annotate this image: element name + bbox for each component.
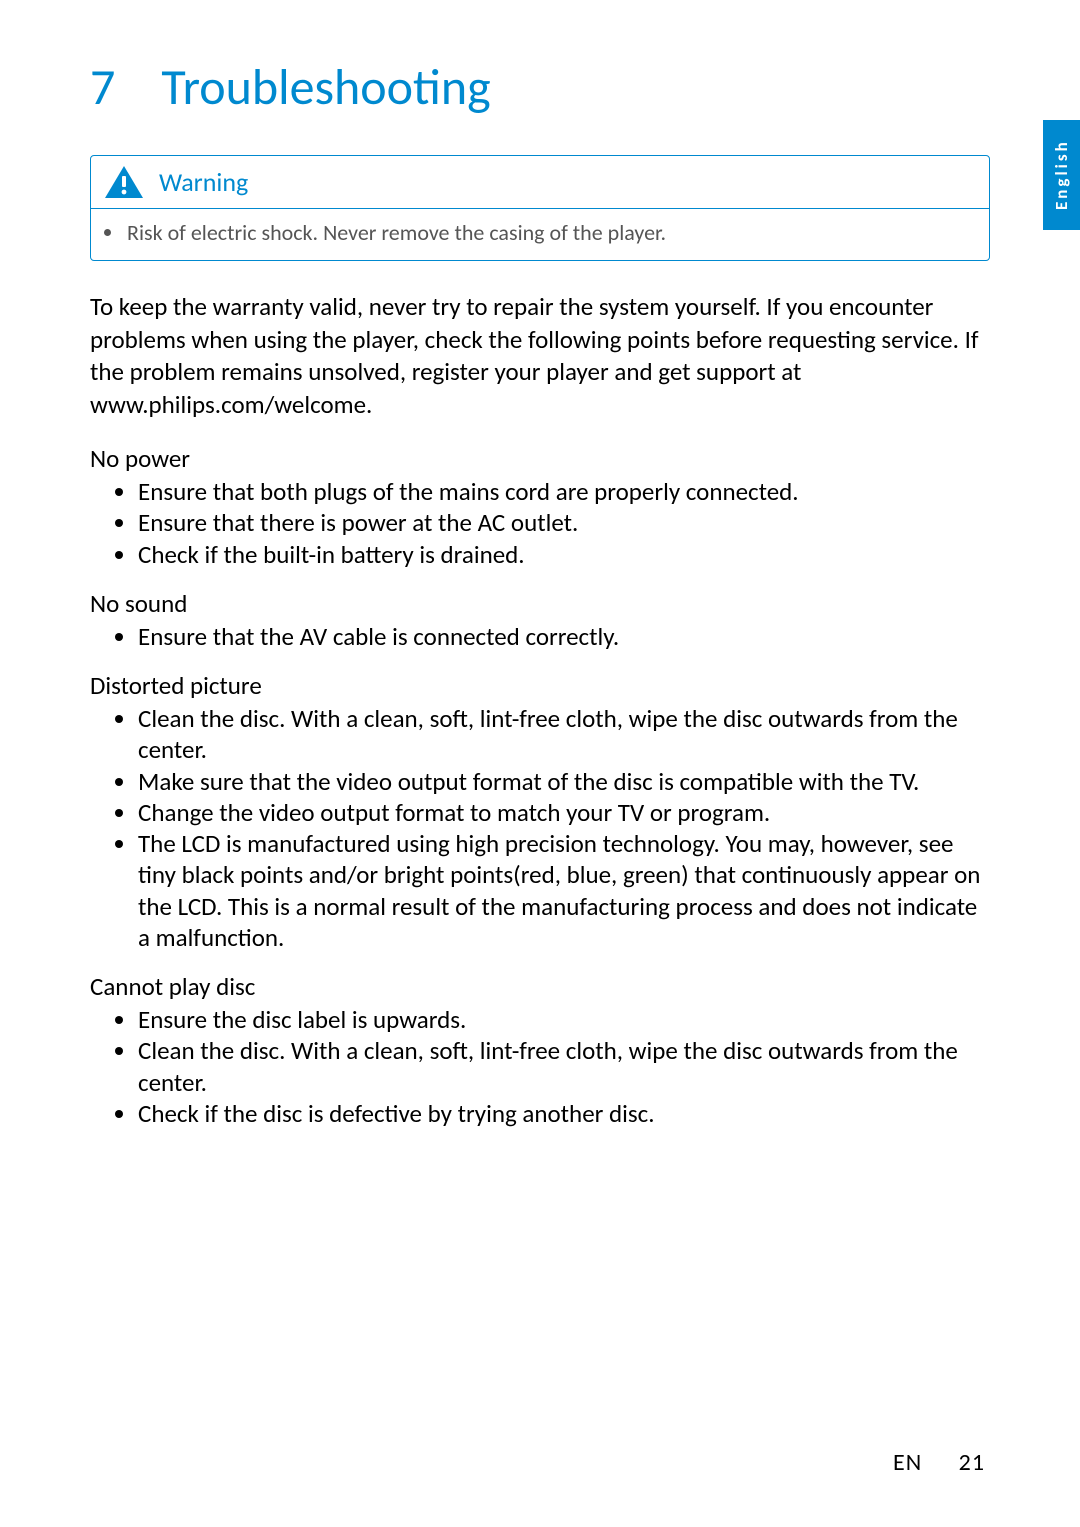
list-item: Ensure the disc label is upwards. <box>138 1004 990 1035</box>
language-tab: English <box>1043 120 1080 230</box>
chapter-number: 7 <box>90 60 150 115</box>
page-footer: EN 21 <box>893 1448 985 1477</box>
list-item: Ensure that there is power at the AC out… <box>138 507 990 538</box>
list-item: Ensure that the AV cable is connected co… <box>138 621 990 652</box>
list-item: Clean the disc. With a clean, soft, lint… <box>138 703 990 766</box>
section-distorted-picture: Distorted picture Clean the disc. With a… <box>90 670 990 953</box>
section-no-sound: No sound Ensure that the AV cable is con… <box>90 588 990 652</box>
section-heading: Distorted picture <box>90 670 990 701</box>
intro-paragraph: To keep the warranty valid, never try to… <box>90 291 990 421</box>
warning-header: Warning <box>91 156 989 209</box>
warning-label: Warning <box>159 166 248 198</box>
footer-page-number: 21 <box>959 1448 985 1477</box>
manual-page: English 7 Troubleshooting Warning Risk o… <box>0 0 1080 1527</box>
section-heading: No sound <box>90 588 990 619</box>
footer-lang-code: EN <box>893 1448 922 1477</box>
section-cannot-play-disc: Cannot play disc Ensure the disc label i… <box>90 971 990 1129</box>
section-heading: No power <box>90 443 990 474</box>
section-heading: Cannot play disc <box>90 971 990 1002</box>
warning-box: Warning Risk of electric shock. Never re… <box>90 155 990 261</box>
list-item: Clean the disc. With a clean, soft, lint… <box>138 1035 990 1098</box>
warning-body: Risk of electric shock. Never remove the… <box>91 209 989 260</box>
list-item: Change the video output format to match … <box>138 797 990 828</box>
list-item: Make sure that the video output format o… <box>138 766 990 797</box>
list-item: The LCD is manufactured using high preci… <box>138 828 990 953</box>
list-item: Check if the disc is defective by trying… <box>138 1098 990 1129</box>
section-no-power: No power Ensure that both plugs of the m… <box>90 443 990 570</box>
chapter-title-text: Troubleshooting <box>161 57 490 118</box>
list-item: Ensure that both plugs of the mains cord… <box>138 476 990 507</box>
warning-icon <box>103 164 145 200</box>
list-item: Check if the built-in battery is drained… <box>138 539 990 570</box>
warning-item: Risk of electric shock. Never remove the… <box>125 219 973 246</box>
chapter-heading: 7 Troubleshooting <box>90 60 990 115</box>
